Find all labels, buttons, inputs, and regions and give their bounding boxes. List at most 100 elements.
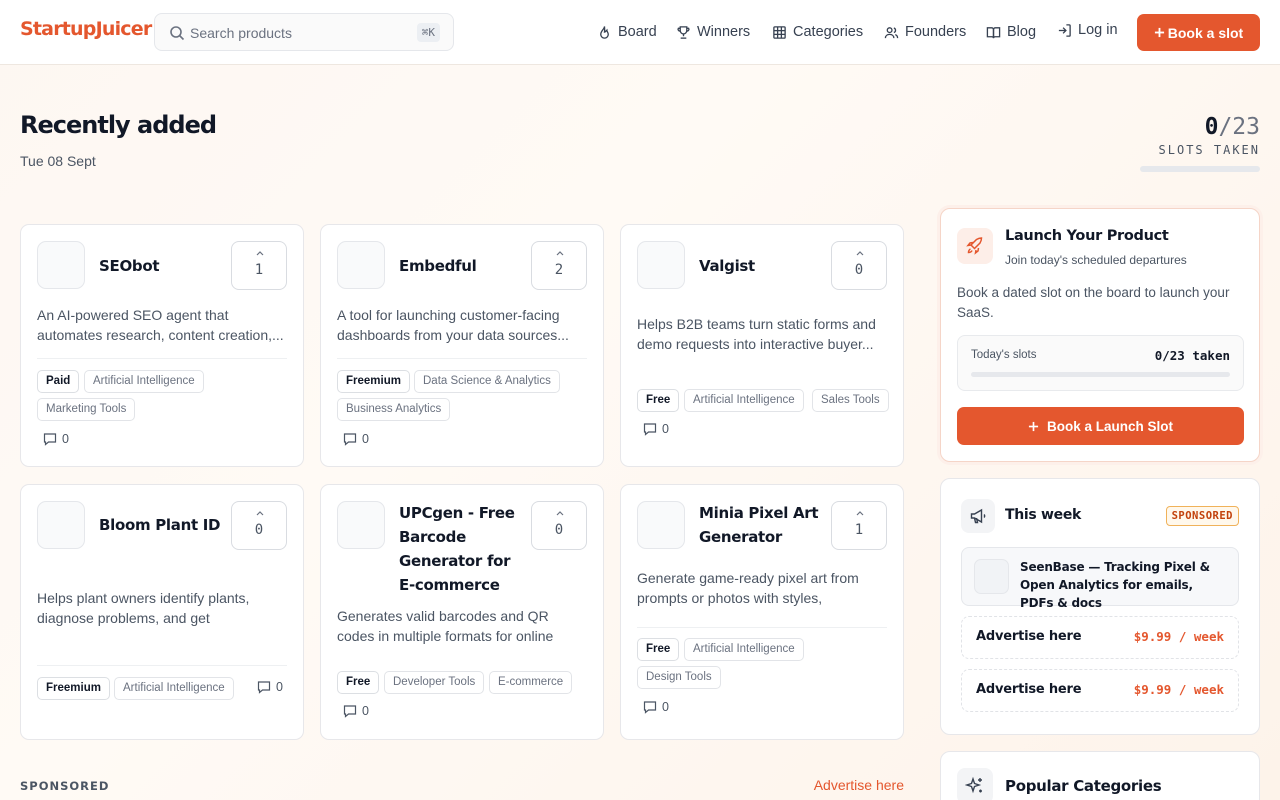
upvote-button[interactable]: 2 bbox=[531, 241, 587, 290]
category-tag[interactable]: Artificial Intelligence bbox=[114, 677, 234, 700]
product-name[interactable]: Minia Pixel Art Generator bbox=[699, 501, 829, 549]
product-card[interactable]: Valgist 0 Helps B2B teams turn static fo… bbox=[620, 224, 904, 467]
megaphone-icon bbox=[970, 508, 986, 524]
page-date: Tue 08 Sept bbox=[20, 153, 96, 169]
launch-subtitle: Join today's scheduled departures bbox=[1005, 253, 1187, 267]
category-tag[interactable]: Artificial Intelligence bbox=[684, 389, 804, 412]
product-name[interactable]: Bloom Plant ID bbox=[99, 513, 229, 537]
pricing-tag[interactable]: Freemium bbox=[37, 677, 110, 700]
advertise-link[interactable]: Advertise here bbox=[814, 777, 904, 793]
product-name[interactable]: Embedful bbox=[399, 254, 529, 278]
login-icon bbox=[1058, 23, 1071, 37]
pricing-tag[interactable]: Free bbox=[337, 671, 380, 694]
product-description: Generate game-ready pixel art from promp… bbox=[637, 570, 859, 606]
todays-slots-box: Today's slots 0/23 taken bbox=[957, 335, 1244, 391]
category-tag[interactable]: Business Analytics bbox=[337, 398, 451, 421]
category-tag[interactable]: Artificial Intelligence bbox=[684, 638, 804, 661]
logo[interactable]: StartupJuicer bbox=[20, 18, 152, 40]
comment-count[interactable]: 0 bbox=[643, 700, 669, 714]
card-divider bbox=[637, 627, 887, 628]
product-card[interactable]: Bloom Plant ID 0 Helps plant owners iden… bbox=[20, 484, 304, 740]
upvote-count: 2 bbox=[554, 262, 564, 278]
upvote-button[interactable]: 1 bbox=[231, 241, 287, 290]
nav-winners[interactable]: Winners bbox=[676, 22, 750, 42]
category-tag[interactable]: Artificial Intelligence bbox=[84, 370, 204, 393]
sponsored-label: SPONSORED bbox=[20, 779, 110, 793]
comment-count[interactable]: 0 bbox=[257, 680, 283, 694]
grid-icon bbox=[773, 25, 786, 39]
category-tag[interactable]: Data Science & Analytics bbox=[414, 370, 560, 393]
product-description: A tool for launching customer-facing das… bbox=[337, 307, 569, 343]
launch-panel: Launch Your Product Join today's schedul… bbox=[940, 208, 1260, 462]
nav-login[interactable]: Log in bbox=[1057, 20, 1118, 40]
search-box[interactable]: Search products ⌘K bbox=[154, 13, 454, 51]
category-tag[interactable]: Design Tools bbox=[637, 666, 721, 689]
pricing-tag[interactable]: Free bbox=[637, 389, 680, 412]
upvote-button[interactable]: 0 bbox=[831, 241, 887, 290]
comment-count-value: 0 bbox=[62, 432, 69, 446]
caret-up-icon bbox=[556, 511, 564, 516]
product-description: Helps B2B teams turn static forms and de… bbox=[637, 316, 876, 352]
product-name[interactable]: UPCgen - Free Barcode Generator for E-co… bbox=[399, 501, 529, 597]
pricing-tag[interactable]: Freemium bbox=[337, 370, 410, 393]
category-tag[interactable]: Marketing Tools bbox=[37, 398, 136, 421]
popular-categories-title: Popular Categories bbox=[1005, 777, 1162, 795]
nav-founders-label: Founders bbox=[905, 24, 967, 40]
product-card[interactable]: Embedful 2 A tool for launching customer… bbox=[320, 224, 604, 467]
product-description: An AI-powered SEO agent that automates r… bbox=[37, 307, 284, 343]
slots-counter: 0/23 bbox=[1205, 114, 1260, 140]
nav-founders[interactable]: Founders bbox=[884, 22, 966, 42]
slots-label: SLOTS TAKEN bbox=[1158, 143, 1260, 157]
search-icon bbox=[170, 26, 185, 41]
product-name[interactable]: Valgist bbox=[699, 254, 829, 278]
upvote-count: 1 bbox=[254, 262, 264, 278]
product-card[interactable]: UPCgen - Free Barcode Generator for E-co… bbox=[320, 484, 604, 740]
caret-up-icon bbox=[256, 511, 264, 516]
comment-count[interactable]: 0 bbox=[643, 422, 669, 436]
upvote-button[interactable]: 0 bbox=[531, 501, 587, 550]
plus-icon bbox=[1028, 421, 1039, 431]
book-icon bbox=[986, 26, 1001, 38]
comment-count-value: 0 bbox=[362, 704, 369, 718]
book-launch-slot-button[interactable]: Book a Launch Slot bbox=[957, 407, 1244, 445]
product-logo bbox=[337, 501, 385, 549]
product-card[interactable]: Minia Pixel Art Generator 1 Generate gam… bbox=[620, 484, 904, 740]
nav-board[interactable]: Board bbox=[597, 22, 657, 42]
comment-count[interactable]: 0 bbox=[43, 432, 69, 446]
upvote-count: 1 bbox=[854, 522, 864, 538]
sponsor-name: SeenBase — Tracking Pixel & Open Analyti… bbox=[1020, 560, 1210, 610]
users-icon bbox=[884, 26, 899, 38]
comment-count[interactable]: 0 bbox=[343, 432, 369, 446]
comment-count[interactable]: 0 bbox=[343, 704, 369, 718]
pricing-tag[interactable]: Paid bbox=[37, 370, 80, 393]
todays-slots-bar bbox=[971, 372, 1230, 377]
nav-board-label: Board bbox=[618, 24, 657, 40]
category-tag[interactable]: Sales Tools bbox=[812, 389, 889, 412]
search-input[interactable]: Search products bbox=[190, 25, 292, 41]
advertise-slot[interactable]: Advertise here $9.99 / week bbox=[961, 616, 1239, 659]
upvote-button[interactable]: 1 bbox=[831, 501, 887, 550]
card-divider bbox=[337, 358, 587, 359]
category-tag[interactable]: Developer Tools bbox=[384, 671, 485, 694]
plus-icon bbox=[1154, 27, 1164, 38]
category-tag[interactable]: E-commerce bbox=[489, 671, 573, 694]
product-logo bbox=[37, 241, 85, 289]
sponsored-product[interactable]: SeenBase — Tracking Pixel & Open Analyti… bbox=[961, 547, 1239, 610]
advertise-slot[interactable]: Advertise here $9.99 / week bbox=[961, 669, 1239, 712]
nav-categories[interactable]: Categories bbox=[772, 22, 863, 42]
nav-blog[interactable]: Blog bbox=[986, 22, 1036, 42]
search-shortcut: ⌘K bbox=[416, 23, 440, 42]
product-logo bbox=[37, 501, 85, 549]
book-slot-button[interactable]: Book a slot bbox=[1137, 14, 1260, 51]
upvote-button[interactable]: 0 bbox=[231, 501, 287, 550]
card-divider bbox=[37, 665, 287, 666]
pricing-tag[interactable]: Free bbox=[637, 638, 680, 661]
product-logo bbox=[637, 241, 685, 289]
sponsor-logo bbox=[974, 559, 1009, 594]
this-week-panel: This week SPONSORED SeenBase — Tracking … bbox=[940, 478, 1260, 735]
advertise-slot-price: $9.99 / week bbox=[1133, 629, 1224, 644]
nav-login-label: Log in bbox=[1078, 22, 1118, 38]
product-card[interactable]: SEObot 1 An AI-powered SEO agent that au… bbox=[20, 224, 304, 467]
product-name[interactable]: SEObot bbox=[99, 254, 229, 278]
sponsored-badge: SPONSORED bbox=[1165, 506, 1239, 526]
